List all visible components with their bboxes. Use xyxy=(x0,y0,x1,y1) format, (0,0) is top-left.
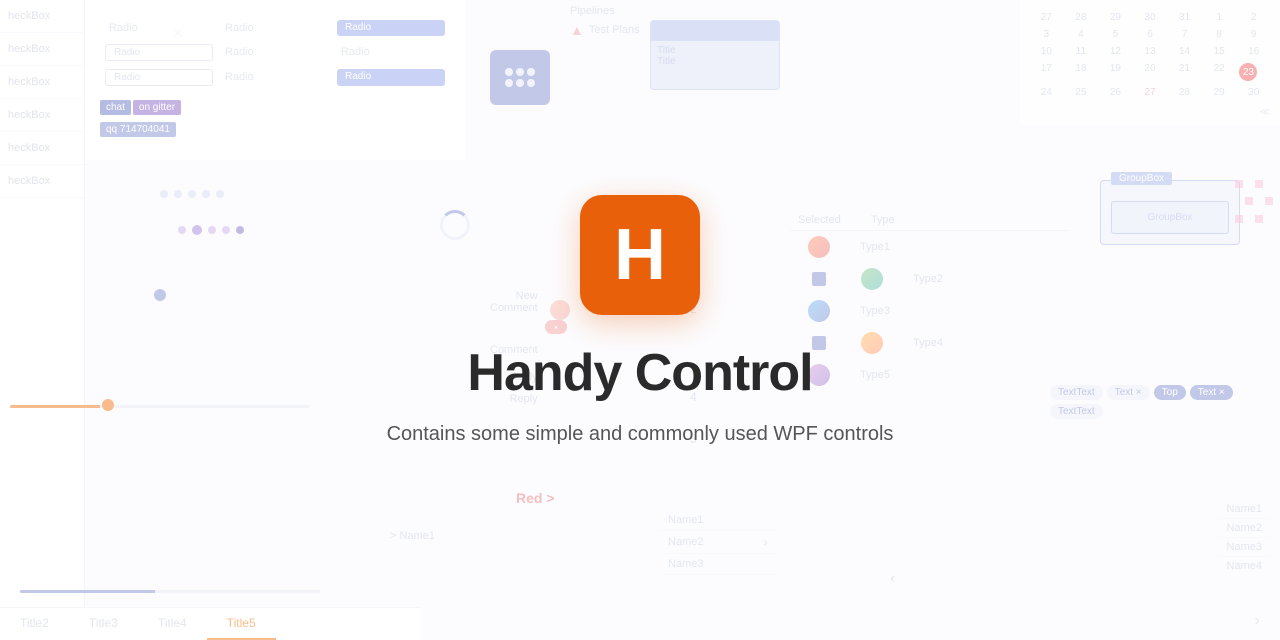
app-subtitle: Contains some simple and commonly used W… xyxy=(387,423,894,446)
logo-letter: H xyxy=(614,219,666,291)
logo-icon: H xyxy=(580,195,700,315)
app-title: Handy Control xyxy=(467,343,812,403)
hero-overlay: H Handy Control Contains some simple and… xyxy=(0,0,1280,640)
